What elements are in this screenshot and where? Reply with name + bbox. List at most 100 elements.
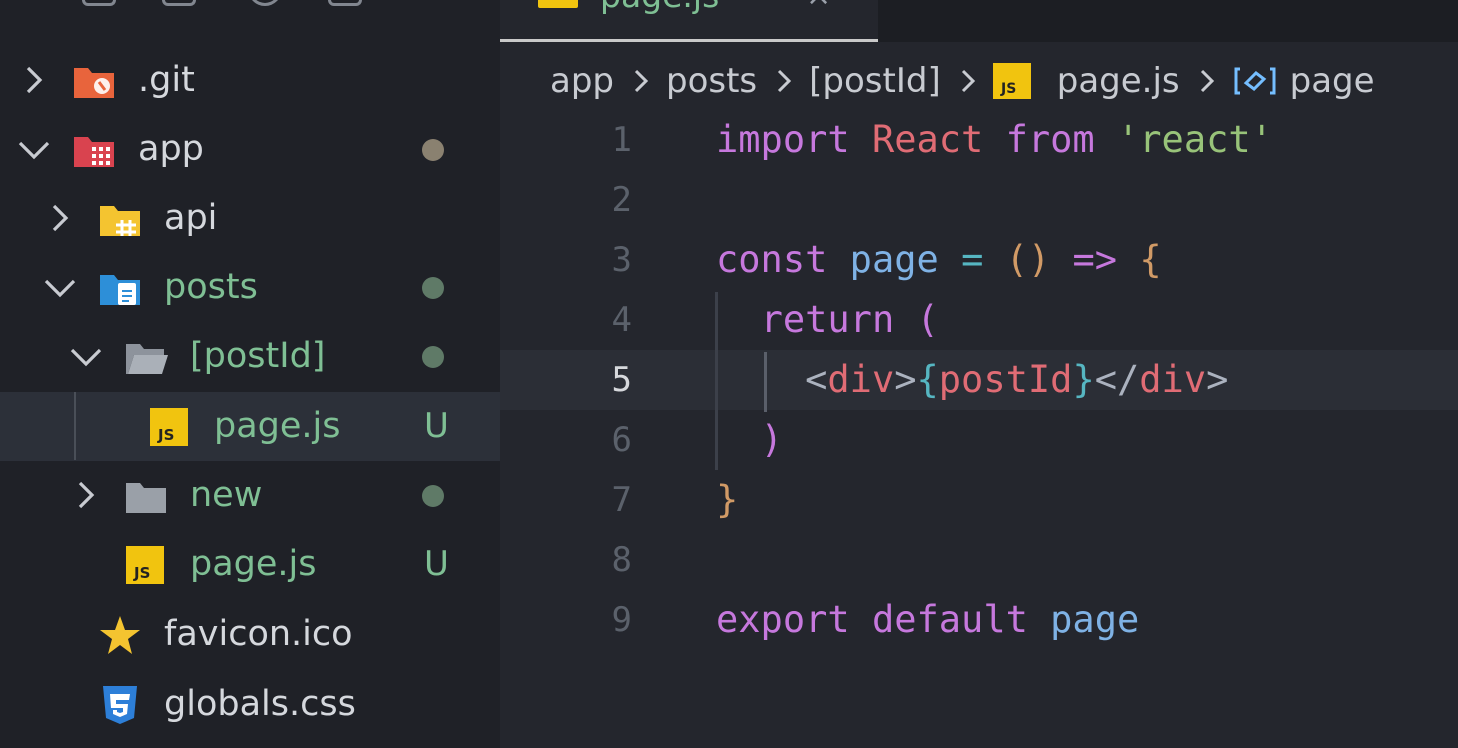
tree-item-label: favicon.ico [164, 614, 353, 654]
code-token: page [1050, 598, 1140, 641]
tree-item-page-js[interactable]: JS page.js U [0, 530, 500, 599]
code-token: > [894, 358, 917, 401]
js-file-icon: JS [124, 544, 168, 586]
code-token: </ [1094, 358, 1140, 401]
chevron-right-icon [763, 61, 803, 101]
breadcrumb: app posts [postId] JS page.js page [550, 54, 1375, 108]
breadcrumb-item[interactable]: page.js [1057, 54, 1180, 108]
chevron-down-icon[interactable] [40, 267, 80, 307]
breadcrumb-item[interactable]: app [550, 54, 614, 108]
code-text: export default page [716, 590, 1139, 650]
refresh-icon[interactable] [248, 0, 282, 6]
line-number: 8 [611, 540, 632, 580]
posts-folder-icon [98, 267, 142, 309]
code-line[interactable]: 3 const page = () => { [500, 230, 1458, 290]
chevron-down-icon[interactable] [14, 129, 54, 169]
tree-item-globals-css[interactable]: globals.css [0, 670, 500, 739]
indent-guide [715, 292, 718, 470]
tree-item-favicon[interactable]: favicon.ico [0, 600, 500, 669]
vscode-window: .git app api posts [postId] JS page.js U… [0, 0, 1458, 748]
code-line[interactable]: 5 <div>{postId}</div> [500, 350, 1458, 410]
svg-text:JS: JS [133, 564, 150, 582]
code-text: ) [716, 410, 783, 470]
code-line[interactable]: 6 ) [500, 410, 1458, 470]
line-number: 3 [611, 240, 632, 280]
code-line[interactable]: 7} [500, 470, 1458, 530]
star-icon [98, 614, 142, 656]
code-line[interactable]: 8 [500, 530, 1458, 590]
chevron-right-icon [1186, 61, 1226, 101]
code-token: return [760, 298, 895, 341]
collapse-all-icon[interactable] [328, 0, 362, 6]
folder-open-icon [124, 336, 168, 378]
untracked-dot [422, 346, 444, 368]
git-status-badge: U [424, 544, 449, 584]
code-token: { [916, 358, 939, 401]
code-line[interactable]: 9 export default page [500, 590, 1458, 650]
close-icon[interactable]: × [806, 0, 831, 16]
chevron-right-icon[interactable] [66, 475, 106, 515]
code-line[interactable]: 4 return ( [500, 290, 1458, 350]
code-text: const page = () => { [716, 230, 1162, 290]
code-token: > [1206, 358, 1229, 401]
code-token: default [871, 598, 1028, 641]
tree-item-label: page.js [214, 406, 341, 446]
git-status-badge: U [424, 406, 449, 446]
tree-item-git[interactable]: .git [0, 46, 500, 115]
js-file-icon [538, 0, 578, 8]
tab-label: page.js [600, 0, 719, 18]
code-text: } [716, 470, 738, 530]
tree-item-label: app [138, 129, 204, 169]
tab-page-js[interactable]: page.js × [500, 0, 878, 42]
active-indent-guide [764, 352, 767, 412]
js-file-icon: JS [148, 406, 192, 448]
tree-item-app[interactable]: app [0, 115, 500, 184]
breadcrumb-item[interactable]: page [1290, 54, 1375, 108]
chevron-right-icon [947, 61, 987, 101]
breadcrumb-item[interactable]: [postId] [809, 54, 941, 108]
code-token: = [961, 238, 984, 281]
new-folder-icon[interactable] [162, 0, 196, 6]
svg-text:JS: JS [1000, 81, 1016, 97]
untracked-dot [422, 485, 444, 507]
modified-dot [422, 139, 444, 161]
tree-item-label: api [164, 198, 218, 238]
breadcrumb-item[interactable]: posts [666, 54, 757, 108]
chevron-right-icon[interactable] [14, 60, 54, 100]
code-token: import [716, 118, 850, 161]
js-file-icon: JS [992, 63, 1031, 99]
code-token: () [1005, 238, 1051, 281]
tree-item-label: posts [164, 267, 258, 307]
editor-pane: page.js × app posts [postId] JS page.js … [500, 0, 1458, 748]
chevron-right-icon[interactable] [40, 198, 80, 238]
line-number: 9 [611, 600, 632, 640]
code-text: import React from 'react' [716, 110, 1273, 170]
new-file-icon[interactable] [82, 0, 116, 6]
tree-item-postid[interactable]: [postId] [0, 322, 500, 391]
code-text: <div>{postId}</div> [716, 350, 1228, 410]
tree-item-label: globals.css [164, 684, 356, 724]
code-token: ( [916, 298, 939, 341]
chevron-down-icon[interactable] [66, 336, 106, 376]
git-folder-icon [72, 60, 116, 102]
tree-item-new[interactable]: new [0, 461, 500, 530]
tree-item-api[interactable]: api [0, 184, 500, 253]
api-folder-icon [98, 198, 142, 240]
code-line[interactable]: 1 import React from 'react' [500, 110, 1458, 170]
tab-bar: page.js × [500, 0, 1458, 42]
tree-item-posts[interactable]: posts [0, 253, 500, 322]
tree-item-label: [postId] [190, 336, 326, 376]
untracked-dot [422, 277, 444, 299]
variable-symbol-icon [1234, 67, 1276, 95]
code-line[interactable]: 2 [500, 170, 1458, 230]
